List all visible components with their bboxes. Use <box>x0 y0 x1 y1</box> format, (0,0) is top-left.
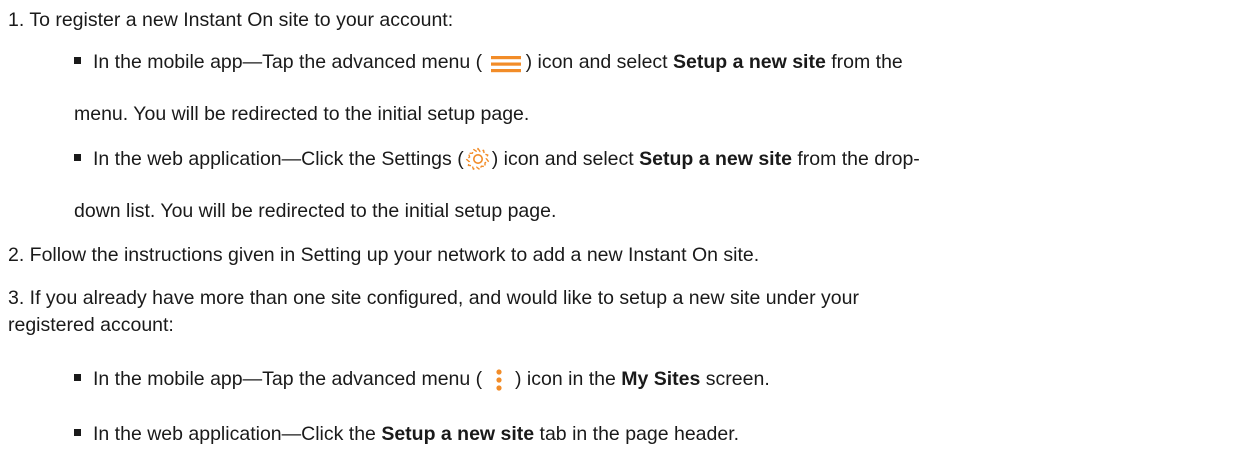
step1-web-item: In the web application—Click the Setting… <box>74 146 920 173</box>
gear-icon <box>464 146 492 172</box>
bullet <box>74 57 81 65</box>
bullet <box>74 374 81 382</box>
bullet <box>74 429 81 437</box>
step3-mobile-item: In the mobile app—Tap the advanced menu … <box>74 366 770 392</box>
step3-web-item: In the web application—Click the Setup a… <box>74 421 739 447</box>
step1-mobile-item: In the mobile app—Tap the advanced menu … <box>74 49 903 75</box>
step3-intro-line1: 3. If you already have more than one sit… <box>8 287 859 309</box>
step3-intro-line2: registered account: <box>8 314 174 336</box>
kebab-menu-icon <box>492 368 506 392</box>
step1-web-cont: down list. You will be redirected to the… <box>74 200 557 222</box>
step2-text: 2. Follow the instructions given in Sett… <box>8 244 760 266</box>
step1-mobile-cont: menu. You will be redirected to the init… <box>74 103 530 125</box>
hamburger-menu-icon <box>490 53 524 73</box>
bullet <box>74 154 81 162</box>
step1-intro: 1. To register a new Instant On site to … <box>8 9 454 31</box>
